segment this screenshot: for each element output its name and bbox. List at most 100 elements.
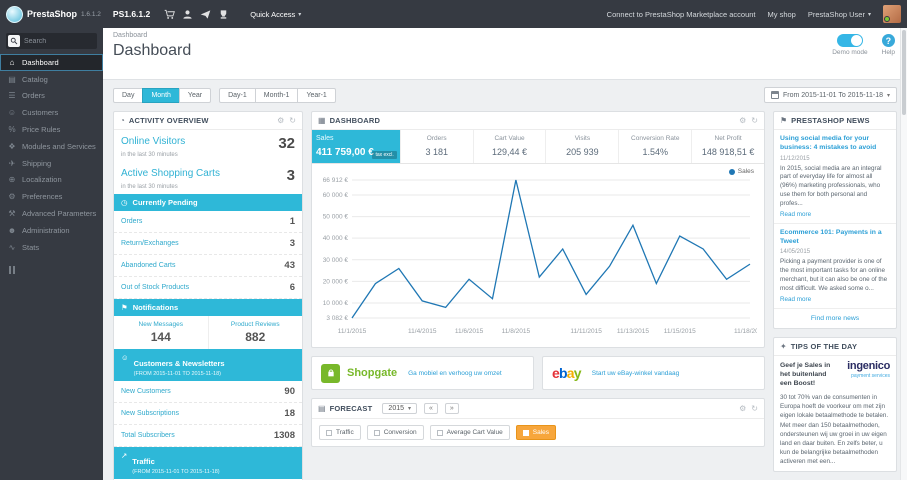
ebay-promo-link[interactable]: Start uw eBay-winkel vandaag xyxy=(592,370,679,377)
read-more-link[interactable]: Read more xyxy=(780,296,890,303)
customers-icon: ☺ xyxy=(7,108,17,118)
help-button[interactable]: ? Help xyxy=(882,34,895,56)
sidebar-item-localization[interactable]: ⊕ Localization xyxy=(0,172,103,189)
filter-day-1-button[interactable]: Day-1 xyxy=(219,87,256,103)
kpi-tabs: Sales 411 759,00 € tax excl. Orders 3 18… xyxy=(312,130,764,164)
sidebar-item-preferences[interactable]: ⚙ Preferences xyxy=(0,188,103,205)
page-title: Dashboard xyxy=(113,42,192,59)
article-title-link[interactable]: Ecommerce 101: Payments in a Tweet xyxy=(780,229,890,247)
sidebar-item-catalog[interactable]: ▤ Catalog xyxy=(0,71,103,88)
date-range-picker[interactable]: From 2015-11-01 To 2015-11-18 ▾ xyxy=(763,87,897,103)
filter-day-button[interactable]: Day xyxy=(113,87,144,103)
gear-icon[interactable]: ⚙ xyxy=(277,116,284,125)
tips-content: Geef je Sales in het buitenland een Boos… xyxy=(774,356,896,472)
year-select[interactable]: 2015 ▾ xyxy=(382,403,418,414)
demo-mode-toggle[interactable]: Demo mode xyxy=(832,34,868,56)
sidebar-item-price-rules[interactable]: % Price Rules xyxy=(0,121,103,138)
search-icon xyxy=(8,35,20,47)
toggle-switch-icon[interactable] xyxy=(836,34,863,47)
filter-year-1-button[interactable]: Year-1 xyxy=(297,87,336,103)
svg-text:11/18/2015: 11/18/2015 xyxy=(734,328,757,335)
customers-row-total-subscribers[interactable]: Total Subscribers 1308 xyxy=(114,425,302,447)
trophy-icon[interactable] xyxy=(214,5,232,23)
online-visitors-value: 32 xyxy=(278,135,295,152)
news-article: Using social media for your business: 4 … xyxy=(774,130,896,224)
clock-icon: ◷ xyxy=(121,198,128,207)
sidebar-item-customers[interactable]: ☺ Customers xyxy=(0,104,103,121)
prev-year-button[interactable]: « xyxy=(424,403,438,414)
my-shop-link[interactable]: My shop xyxy=(768,10,796,19)
pending-row-out-of-stock[interactable]: Out of Stock Products 6 xyxy=(114,277,302,299)
prestashop-news-panel: ⚑ PRESTASHOP NEWS Using social media for… xyxy=(773,111,897,329)
scrollbar[interactable] xyxy=(900,28,907,480)
svg-text:66 912 €: 66 912 € xyxy=(323,177,349,184)
svg-text:60 000 €: 60 000 € xyxy=(323,192,349,199)
gear-icon[interactable]: ⚙ xyxy=(739,404,746,413)
quick-access-menu[interactable]: Quick Access ▾ xyxy=(242,0,309,28)
online-visitors-stat[interactable]: Online Visitors 32 in the last 30 minute… xyxy=(114,130,302,162)
kpi-tab-net-profit[interactable]: Net Profit 148 918,51 € xyxy=(692,130,764,163)
user-menu[interactable]: PrestaShop User ▾ xyxy=(808,10,871,19)
svg-text:50 000 €: 50 000 € xyxy=(323,214,349,221)
customers-title: Customers & Newsletters xyxy=(133,359,225,368)
gear-icon[interactable]: ⚙ xyxy=(739,116,746,125)
sidebar-item-orders[interactable]: ☰ Orders xyxy=(0,88,103,105)
chevron-down-icon: ▾ xyxy=(298,11,302,18)
next-year-button[interactable]: » xyxy=(444,403,459,414)
sidebar-item-modules[interactable]: ❖ Modules and Services xyxy=(0,138,103,155)
customers-row-new-customers[interactable]: New Customers 90 xyxy=(114,381,302,403)
legend-dot-icon xyxy=(728,168,735,175)
legend-chip-sales[interactable]: Sales xyxy=(515,425,556,440)
shopgate-promo-link[interactable]: Ga mobiel en verhoog uw omzet xyxy=(408,370,502,377)
chart-legend[interactable]: Sales xyxy=(728,168,754,175)
pending-row-abandoned-carts[interactable]: Abandoned Carts 43 xyxy=(114,255,302,277)
prestashop-logo[interactable]: PrestaShop 1.6.1.2 xyxy=(0,5,107,23)
product-reviews-stat[interactable]: Product Reviews 882 xyxy=(207,316,303,349)
sidebar-item-administration[interactable]: ☻ Administration xyxy=(0,222,103,239)
topbar: PrestaShop 1.6.1.2 PS1.6.1.2 Quick Acces… xyxy=(0,0,907,28)
sidebar-item-stats[interactable]: ∿ Stats xyxy=(0,239,103,256)
pending-row-returns[interactable]: Return/Exchanges 3 xyxy=(114,233,302,255)
chevron-down-icon: ▾ xyxy=(886,92,890,99)
paper-plane-icon[interactable] xyxy=(196,5,214,23)
header-tools: Demo mode ? Help xyxy=(832,34,895,56)
active-carts-stat[interactable]: Active Shopping Carts 3 in the last 30 m… xyxy=(114,162,302,194)
filter-month-button[interactable]: Month xyxy=(142,87,180,103)
find-more-news-link[interactable]: Find more news xyxy=(774,309,896,328)
sidebar-item-label: Customers xyxy=(22,108,59,118)
flag-icon: ⚑ xyxy=(121,303,128,312)
sidebar-item-advanced-parameters[interactable]: ⚒ Advanced Parameters xyxy=(0,205,103,222)
kpi-tab-sales[interactable]: Sales 411 759,00 € tax excl. xyxy=(312,130,401,163)
search-input[interactable] xyxy=(24,37,94,45)
avatar[interactable] xyxy=(883,5,901,23)
legend-chip-average-cart-value[interactable]: Average Cart Value xyxy=(429,425,510,440)
pending-row-orders[interactable]: Orders 1 xyxy=(114,211,302,233)
filter-year-button[interactable]: Year xyxy=(178,87,212,103)
new-messages-stat[interactable]: New Messages 144 xyxy=(114,316,208,349)
active-carts-sub: in the last 30 minutes xyxy=(121,184,178,190)
shopgate-promo-card: Shopgate Ga mobiel en verhoog uw omzet xyxy=(311,356,534,390)
kpi-tab-orders[interactable]: Orders 3 181 xyxy=(401,130,474,163)
filter-month-1-button[interactable]: Month-1 xyxy=(254,87,299,103)
customers-row-new-subscriptions[interactable]: New Subscriptions 18 xyxy=(114,403,302,425)
article-title-link[interactable]: Using social media for your business: 4 … xyxy=(780,135,890,153)
kpi-tab-cart-value[interactable]: Cart Value 129,44 € xyxy=(474,130,547,163)
sidebar-item-shipping[interactable]: ✈ Shipping xyxy=(0,155,103,172)
refresh-icon[interactable]: ↻ xyxy=(289,116,296,125)
kpi-tab-visits[interactable]: Visits 205 939 xyxy=(546,130,620,163)
legend-chip-conversion[interactable]: Conversion xyxy=(366,425,424,440)
panel-title: DASHBOARD xyxy=(329,116,381,125)
cart-icon[interactable] xyxy=(160,5,178,23)
marketplace-link[interactable]: Connect to PrestaShop Marketplace accoun… xyxy=(607,10,756,19)
sidebar-item-dashboard[interactable]: ⌂ Dashboard xyxy=(0,54,103,71)
read-more-link[interactable]: Read more xyxy=(780,211,890,218)
dashboard-panel: ▦ DASHBOARD ⚙ ↻ Sales 411 759,00 € tax e… xyxy=(311,111,766,348)
refresh-icon[interactable]: ↻ xyxy=(751,404,758,413)
legend-chip-traffic[interactable]: Traffic xyxy=(319,425,361,440)
kpi-tab-conversion-rate[interactable]: Conversion Rate 1.54% xyxy=(619,130,693,163)
sidebar-collapse-button[interactable] xyxy=(9,265,103,274)
scrollbar-thumb[interactable] xyxy=(902,30,906,115)
refresh-icon[interactable]: ↻ xyxy=(751,116,758,125)
customer-icon[interactable] xyxy=(178,5,196,23)
currently-pending-title: Currently Pending xyxy=(132,198,198,207)
